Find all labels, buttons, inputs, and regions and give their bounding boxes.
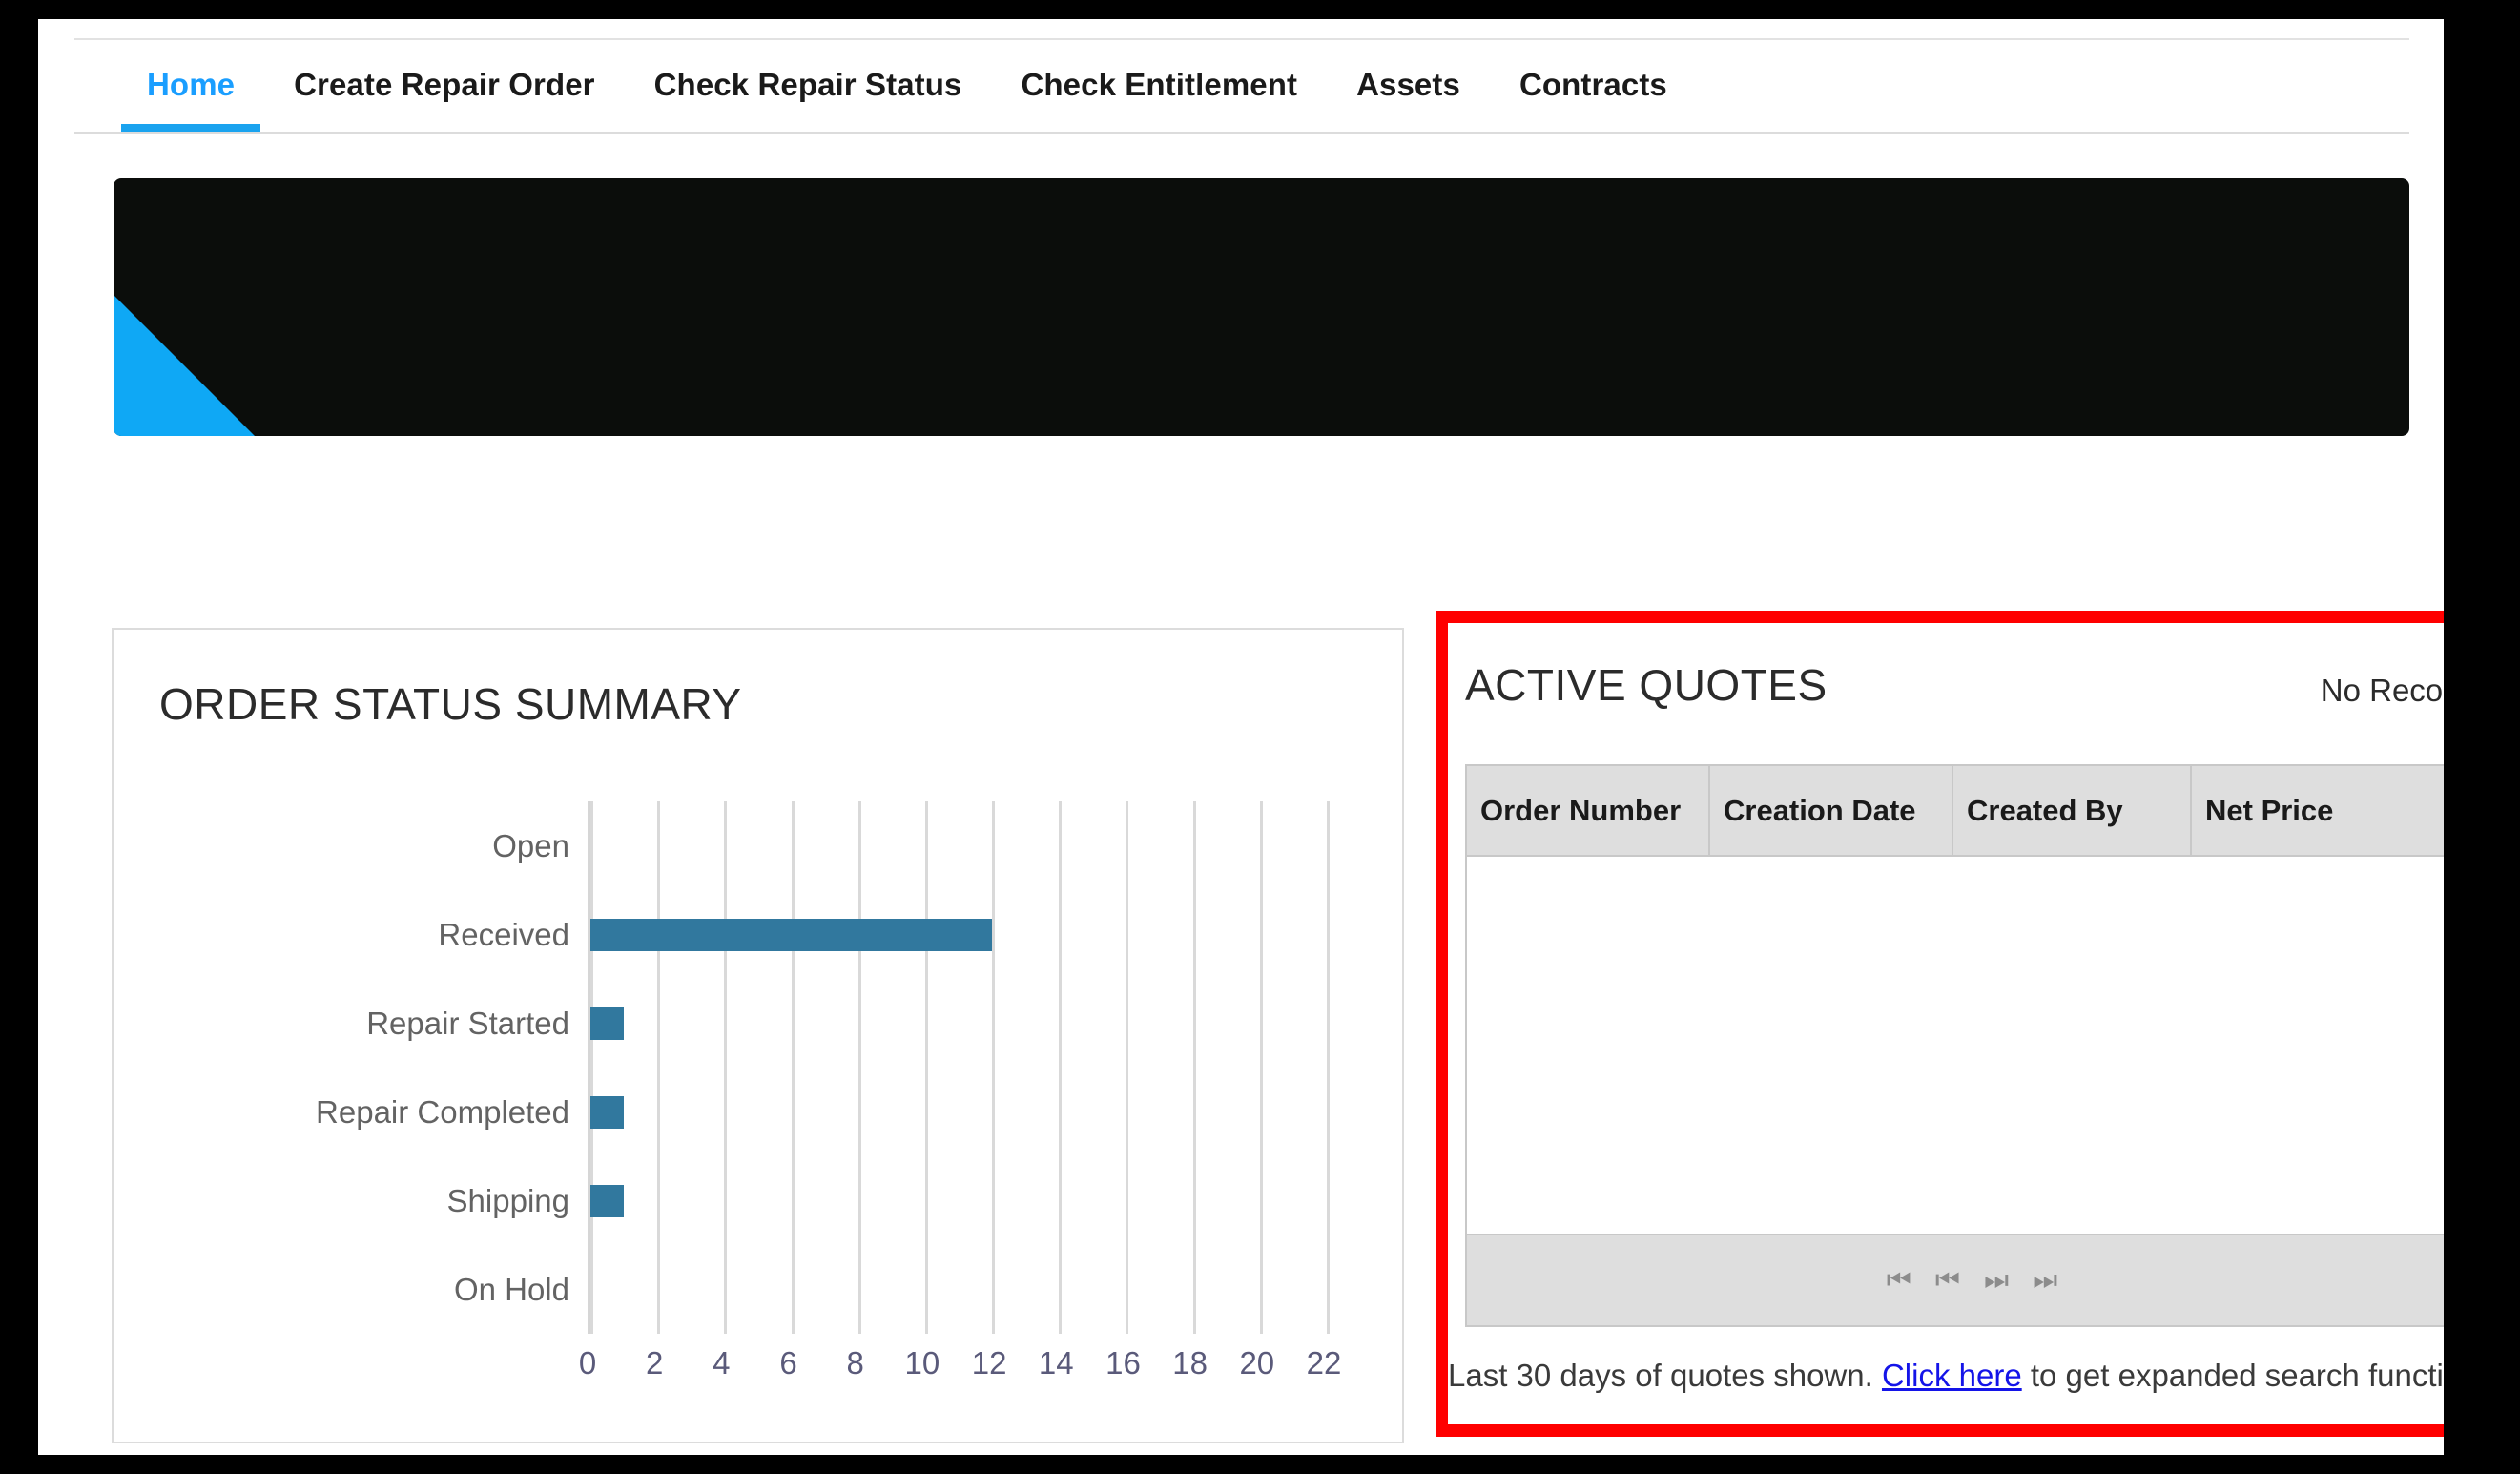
- nav-tab-contracts[interactable]: Contracts: [1490, 40, 1697, 132]
- chart-bar[interactable]: [590, 1184, 625, 1217]
- chart-category-row: Repair Started: [366, 979, 1327, 1068]
- table-header-row: Order Number Creation Date Created By Ne…: [1467, 766, 2444, 857]
- order-status-bar-chart: Open Received Repair Started Repair Complet…: [114, 763, 1402, 1431]
- chart-bar[interactable]: [590, 918, 993, 951]
- chart-x-tick-label: 4: [713, 1345, 731, 1381]
- active-quotes-header: ACTIVE QUOTES No Records: [1448, 623, 2444, 733]
- column-header-net-price[interactable]: Net Price: [2192, 766, 2444, 855]
- chart-x-tick-label: 22: [1306, 1345, 1342, 1381]
- chart-x-tick-label: 6: [779, 1345, 797, 1381]
- nav-tab-check-entitlement[interactable]: Check Entitlement: [991, 40, 1327, 132]
- chart-category-label: Shipping: [446, 1182, 569, 1218]
- chart-category-row: Received: [438, 890, 1327, 979]
- chart-category-label: On Hold: [453, 1271, 569, 1307]
- footer-text-after: to get expanded search function.: [2021, 1358, 2444, 1393]
- nav-tab-assets[interactable]: Assets: [1327, 40, 1490, 132]
- order-status-summary-card: ORDER STATUS SUMMARY Open Received Repair …: [112, 628, 1404, 1443]
- chart-x-tick-label: 12: [971, 1345, 1007, 1381]
- active-quotes-table: Order Number Creation Date Created By Ne…: [1465, 764, 2444, 1327]
- active-quotes-record-status: No Records: [2320, 673, 2444, 708]
- chart-x-tick-label: 20: [1239, 1345, 1275, 1381]
- next-page-icon[interactable]: ⏭: [1984, 1266, 2009, 1295]
- chart-category-row: Shipping: [447, 1156, 1327, 1245]
- column-header-creation-date[interactable]: Creation Date: [1710, 766, 1953, 855]
- chart-x-tick-label: 2: [645, 1345, 664, 1381]
- nav-tab-list: Home Create Repair Order Check Repair St…: [74, 40, 2409, 132]
- column-header-created-by[interactable]: Created By: [1953, 766, 2192, 855]
- main-navigation: Home Create Repair Order Check Repair St…: [74, 38, 2409, 134]
- first-page-icon[interactable]: ⏮: [1887, 1266, 1911, 1295]
- chart-x-tick-label: 16: [1105, 1345, 1141, 1381]
- active-quotes-footer: Last 30 days of quotes shown. Click here…: [1448, 1358, 2444, 1394]
- previous-page-icon[interactable]: ⏮: [1935, 1266, 1960, 1295]
- nav-tab-check-repair-status[interactable]: Check Repair Status: [625, 40, 992, 132]
- table-pagination: ⏮ ⏮ ⏭ ⏭: [1467, 1234, 2444, 1325]
- chart-category-label: Repair Started: [366, 1005, 569, 1041]
- app-page: Home Create Repair Order Check Repair St…: [38, 19, 2444, 1455]
- nav-tab-create-repair-order[interactable]: Create Repair Order: [264, 40, 625, 132]
- chart-x-tick-label: 8: [846, 1345, 864, 1381]
- chart-x-tick-label: 0: [578, 1345, 597, 1381]
- chart-x-tick-label: 10: [904, 1345, 940, 1381]
- chart-category-label: Received: [438, 916, 569, 952]
- chart-bar[interactable]: [590, 1007, 625, 1040]
- order-status-summary-title: ORDER STATUS SUMMARY: [159, 679, 742, 729]
- last-page-icon[interactable]: ⏭: [2033, 1266, 2057, 1295]
- chart-plot-area: Open Received Repair Started Repair Complet…: [316, 801, 1330, 1334]
- chart-bar[interactable]: [590, 1095, 625, 1129]
- chart-gridline: [1327, 801, 1330, 1334]
- active-quotes-title: ACTIVE QUOTES: [1465, 660, 1828, 710]
- hero-accent-triangle-icon: [114, 295, 255, 436]
- table-body-empty: [1467, 857, 2444, 1234]
- chart-x-tick-label: 18: [1172, 1345, 1208, 1381]
- chart-category-row: Repair Completed: [316, 1068, 1327, 1156]
- column-header-order-number[interactable]: Order Number: [1467, 766, 1710, 855]
- expanded-search-link[interactable]: Click here: [1882, 1358, 2022, 1393]
- chart-category-row: Open: [492, 801, 1327, 890]
- chart-category-label: Open: [492, 827, 569, 863]
- chart-category-row: On Hold: [454, 1245, 1327, 1334]
- active-quotes-highlight-box: ACTIVE QUOTES No Records Order Number Cr…: [1436, 611, 2444, 1437]
- active-quotes-card: ACTIVE QUOTES No Records Order Number Cr…: [1448, 623, 2444, 1424]
- chart-category-label: Repair Completed: [316, 1093, 569, 1130]
- footer-text-before: Last 30 days of quotes shown.: [1448, 1358, 1882, 1393]
- hero-banner: [114, 178, 2409, 436]
- chart-x-tick-label: 14: [1038, 1345, 1074, 1381]
- nav-tab-home[interactable]: Home: [117, 40, 264, 132]
